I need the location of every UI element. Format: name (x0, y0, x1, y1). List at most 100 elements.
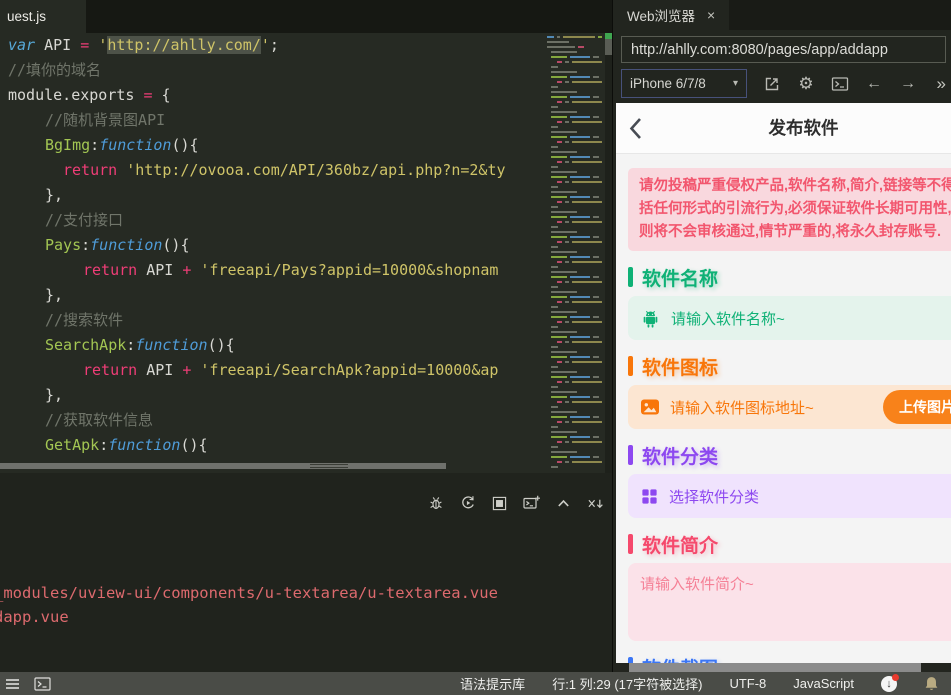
minimap-segment (593, 256, 599, 258)
minimap-segment (551, 156, 567, 158)
code-line: var API = 'http://ahlly.com/'; (0, 33, 545, 58)
preview-horizontal-scrollbar[interactable] (613, 663, 951, 672)
section-accent-bar (628, 356, 633, 376)
console-output-line[interactable]: _modules/uview-ui/components/u-textarea/… (0, 581, 498, 605)
preview-hscroll-thumb[interactable] (629, 663, 921, 672)
section-title: 软件分类 (642, 446, 719, 468)
code-token: ' (98, 36, 108, 54)
minimap-row (545, 71, 605, 73)
minimap-segment (564, 241, 569, 243)
minimap-segment (551, 416, 567, 418)
open-external-icon[interactable] (763, 75, 781, 93)
minimap-segment (564, 261, 569, 263)
minimap-segment (551, 151, 577, 153)
restart-icon[interactable] (459, 495, 476, 511)
minimap-segment (593, 216, 599, 218)
code-token: : (90, 136, 100, 154)
minimap-segment (593, 56, 599, 58)
minimap-row (545, 326, 605, 328)
back-arrow-icon[interactable]: ← (865, 75, 883, 93)
stop-icon[interactable] (491, 495, 508, 511)
minimap-segment (571, 301, 602, 303)
input-name[interactable]: 请输入软件名称~ (628, 296, 951, 340)
language-mode-status[interactable]: JavaScript (793, 676, 854, 691)
code-token: http://ahlly.com/ (107, 36, 261, 54)
cursor-position-status[interactable]: 行:1 列:29 (17字符被选择) (552, 674, 702, 693)
code-line: }, (0, 283, 545, 308)
code-token: return (83, 261, 138, 279)
terminal-icon[interactable] (831, 75, 849, 93)
close-icon[interactable]: × (707, 7, 715, 23)
textarea-intro[interactable]: 请输入软件简介~ (628, 563, 951, 641)
minimap-segment (551, 306, 558, 308)
close-panel-icon[interactable] (587, 495, 604, 511)
minimap-segment (571, 201, 602, 203)
status-bar: 语法提示库 行:1 列:29 (17字符被选择) UTF-8 JavaScrip… (0, 672, 951, 695)
minimap-row (545, 111, 605, 113)
input-category[interactable]: 选择软件分类 (628, 474, 951, 518)
upload-image-button[interactable]: 上传图片 (883, 390, 951, 424)
minimap-segment (571, 401, 602, 403)
tab-web-browser[interactable]: Web浏览器 × (613, 0, 730, 30)
minimap-segment (557, 161, 562, 163)
gear-icon[interactable]: ⚙ (797, 74, 815, 93)
editor-minimap[interactable] (545, 33, 605, 473)
minimap-row (545, 466, 605, 468)
minimap-segment (551, 111, 577, 113)
minimap-row (545, 146, 605, 148)
forward-arrow-icon[interactable]: → (899, 75, 917, 93)
minimap-segment (571, 101, 602, 103)
terminal-icon[interactable] (34, 676, 51, 691)
chevron-up-icon[interactable] (555, 495, 572, 511)
tab-request-js[interactable]: uest.js (0, 0, 86, 33)
minimap-segment (593, 196, 599, 198)
minimap-segment (551, 96, 567, 98)
code-token: : (126, 336, 136, 354)
minimap-row (545, 406, 605, 408)
editor-vscroll-thumb[interactable] (605, 39, 612, 55)
code-token: }, (45, 286, 64, 304)
code-line: }, (0, 383, 545, 408)
update-icon[interactable]: ↓ (881, 673, 899, 692)
minimap-segment (551, 66, 558, 68)
minimap-segment (551, 396, 567, 398)
code-token: }, (45, 386, 64, 404)
code-token: //搜索软件 (45, 311, 124, 329)
browser-tab-label: Web浏览器 (627, 9, 696, 24)
minimap-segment (570, 196, 590, 198)
bell-icon[interactable] (924, 676, 939, 692)
code-token: { (152, 86, 171, 104)
minimap-segment (564, 461, 569, 463)
minimap-segment (551, 431, 577, 433)
editor-vertical-scrollbar[interactable] (605, 33, 612, 473)
minimap-segment (571, 121, 602, 123)
terminal-add-icon[interactable] (523, 495, 540, 511)
device-label: iPhone 6/7/8 (630, 76, 706, 91)
menu-icon[interactable] (5, 678, 20, 690)
code-line: //填你的域名 (0, 58, 545, 83)
encoding-status[interactable]: UTF-8 (729, 676, 766, 691)
minimap-row (545, 401, 605, 403)
bug-icon[interactable] (427, 495, 444, 511)
minimap-row (545, 211, 605, 213)
syntax-library-status[interactable]: 语法提示库 (460, 674, 525, 693)
minimap-row (545, 371, 605, 373)
minimap-segment (547, 46, 575, 48)
editor-hscroll-thumb[interactable] (0, 463, 446, 469)
device-select[interactable]: iPhone 6/7/8 ▾ (621, 69, 747, 98)
editor-horizontal-scrollbar[interactable] (0, 462, 545, 470)
minimap-row (545, 271, 605, 273)
minimap-row (545, 461, 605, 463)
minimap-segment (557, 141, 562, 143)
minimap-segment (551, 286, 558, 288)
minimap-segment (551, 116, 567, 118)
minimap-row (545, 381, 605, 383)
minimap-row (545, 376, 605, 378)
url-input[interactable]: http://ahlly.com:8080/pages/app/addapp (621, 36, 946, 63)
console-output-line[interactable]: dapp.vue (0, 605, 498, 629)
minimap-row (545, 391, 605, 393)
minimap-row (545, 256, 605, 258)
input-icon[interactable]: 请输入软件图标地址~ 上传图片 (628, 385, 951, 429)
code-editor[interactable]: var API = 'http://ahlly.com/'; //填你的域名 mod… (0, 33, 545, 473)
toolbar-overflow-icon[interactable]: » (937, 74, 946, 94)
